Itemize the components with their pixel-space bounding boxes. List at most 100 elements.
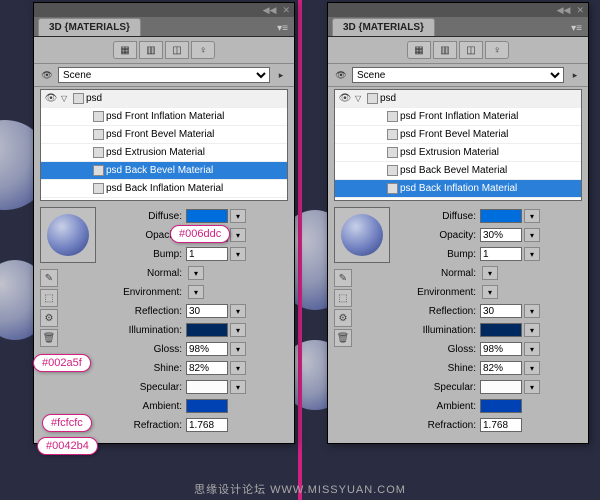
tool-icon[interactable]: ⬚ — [334, 289, 352, 307]
twisty-icon[interactable]: ▽ — [61, 94, 71, 103]
filter-toolbar: ▦ ▥ ◫ ♀ — [34, 37, 294, 64]
material-properties: ✎ ⬚ ⚙ 🗑 Diffuse:▾ Opacity:30%▾ Bump:1▾ N… — [34, 203, 294, 443]
collapse-icon[interactable]: ◀◀ — [557, 5, 571, 16]
filter-scene-icon[interactable]: ▦ — [113, 41, 137, 59]
texture-menu-icon[interactable]: ▾ — [230, 228, 246, 242]
tree-item[interactable]: psd Back Bevel Material — [335, 162, 581, 180]
tool-icon[interactable]: ⚙ — [334, 309, 352, 327]
ambient-swatch[interactable] — [480, 399, 522, 413]
texture-menu-icon[interactable]: ▾ — [230, 247, 246, 261]
materials-tree[interactable]: 👁 ▽ psd psd Front Inflation Material psd… — [40, 89, 288, 201]
illumination-swatch[interactable] — [480, 323, 522, 337]
eye-icon[interactable]: 👁 — [43, 93, 59, 104]
diffuse-swatch[interactable] — [480, 209, 522, 223]
tree-item-selected[interactable]: psd Back Inflation Material — [335, 180, 581, 198]
texture-menu-icon[interactable]: ▾ — [524, 228, 540, 242]
twisty-icon[interactable]: ▽ — [355, 94, 365, 103]
texture-menu-icon[interactable]: ▾ — [524, 342, 540, 356]
filter-mesh-icon[interactable]: ▥ — [433, 41, 457, 59]
tree-item-selected[interactable]: psd Back Bevel Material — [41, 162, 287, 180]
trash-icon[interactable]: 🗑 — [40, 329, 58, 347]
illumination-swatch[interactable] — [186, 323, 228, 337]
eye-icon[interactable]: 👁 — [334, 68, 348, 82]
collapse-icon[interactable]: ◀◀ — [263, 5, 277, 16]
vertical-divider — [298, 0, 302, 500]
shine-input[interactable]: 82% — [480, 361, 522, 375]
illumination-label: Illumination: — [334, 325, 480, 336]
texture-menu-icon[interactable]: ▾ — [230, 323, 246, 337]
tool-icon[interactable]: ⬚ — [40, 289, 58, 307]
tree-item[interactable]: psd Back Inflation Material — [41, 180, 287, 198]
filter-lights-icon[interactable]: ♀ — [191, 41, 215, 59]
material-icon — [387, 111, 398, 122]
material-preview[interactable] — [334, 207, 390, 263]
eye-icon[interactable]: 👁 — [337, 93, 353, 104]
panel-menu-icon[interactable]: ▾≡ — [565, 21, 588, 36]
tree-item[interactable]: psd Front Inflation Material — [335, 108, 581, 126]
texture-menu-icon[interactable]: ▾ — [188, 285, 204, 299]
filter-toolbar: ▦ ▥ ◫ ♀ — [328, 37, 588, 64]
ambient-swatch[interactable] — [186, 399, 228, 413]
illumination-label: Illumination: — [40, 325, 186, 336]
eye-icon[interactable]: 👁 — [40, 68, 54, 82]
filter-lights-icon[interactable]: ♀ — [485, 41, 509, 59]
texture-menu-icon[interactable]: ▾ — [524, 247, 540, 261]
texture-menu-icon[interactable]: ▾ — [188, 266, 204, 280]
tree-root[interactable]: 👁 ▽ psd — [41, 90, 287, 108]
scene-menu-icon[interactable]: ▸ — [274, 68, 288, 82]
trash-icon[interactable]: 🗑 — [334, 329, 352, 347]
tree-root[interactable]: 👁 ▽ psd — [335, 90, 581, 108]
texture-menu-icon[interactable]: ▾ — [230, 361, 246, 375]
tool-icon[interactable]: ✎ — [40, 269, 58, 287]
scene-menu-icon[interactable]: ▸ — [568, 68, 582, 82]
materials-tree[interactable]: 👁 ▽ psd psd Front Inflation Material psd… — [334, 89, 582, 201]
texture-menu-icon[interactable]: ▾ — [482, 285, 498, 299]
shine-input[interactable]: 82% — [186, 361, 228, 375]
close-icon[interactable]: ✕ — [576, 5, 584, 16]
specular-swatch[interactable] — [186, 380, 228, 394]
specular-label: Specular: — [40, 382, 186, 393]
opacity-input[interactable]: 30% — [480, 228, 522, 242]
gloss-input[interactable]: 98% — [186, 342, 228, 356]
tool-icon[interactable]: ⚙ — [40, 309, 58, 327]
texture-menu-icon[interactable]: ▾ — [524, 304, 540, 318]
close-icon[interactable]: ✕ — [282, 5, 290, 16]
texture-menu-icon[interactable]: ▾ — [524, 380, 540, 394]
specular-swatch[interactable] — [480, 380, 522, 394]
scene-select[interactable]: Scene — [58, 67, 270, 83]
material-preview[interactable] — [40, 207, 96, 263]
diffuse-label: Diffuse: — [398, 211, 480, 222]
filter-materials-icon[interactable]: ◫ — [459, 41, 483, 59]
tool-icon[interactable]: ✎ — [334, 269, 352, 287]
bump-input[interactable]: 1 — [480, 247, 522, 261]
texture-menu-icon[interactable]: ▾ — [230, 304, 246, 318]
tree-item[interactable]: psd Front Bevel Material — [41, 126, 287, 144]
refraction-input[interactable]: 1.768 — [186, 418, 228, 432]
texture-menu-icon[interactable]: ▾ — [230, 380, 246, 394]
texture-menu-icon[interactable]: ▾ — [230, 342, 246, 356]
bump-label: Bump: — [104, 249, 186, 260]
filter-mesh-icon[interactable]: ▥ — [139, 41, 163, 59]
tab-3d-materials[interactable]: 3D {MATERIALS} — [38, 18, 141, 36]
texture-menu-icon[interactable]: ▾ — [230, 209, 246, 223]
filter-materials-icon[interactable]: ◫ — [165, 41, 189, 59]
reflection-input[interactable]: 30 — [186, 304, 228, 318]
filter-scene-icon[interactable]: ▦ — [407, 41, 431, 59]
gloss-input[interactable]: 98% — [480, 342, 522, 356]
texture-menu-icon[interactable]: ▾ — [524, 361, 540, 375]
texture-menu-icon[interactable]: ▾ — [524, 323, 540, 337]
bump-input[interactable]: 1 — [186, 247, 228, 261]
scene-select[interactable]: Scene — [352, 67, 564, 83]
tree-item[interactable]: psd Front Inflation Material — [41, 108, 287, 126]
tab-3d-materials[interactable]: 3D {MATERIALS} — [332, 18, 435, 36]
tree-item[interactable]: psd Extrusion Material — [41, 144, 287, 162]
tree-item[interactable]: psd Front Bevel Material — [335, 126, 581, 144]
reflection-input[interactable]: 30 — [480, 304, 522, 318]
panel-menu-icon[interactable]: ▾≡ — [271, 21, 294, 36]
texture-menu-icon[interactable]: ▾ — [524, 209, 540, 223]
refraction-input[interactable]: 1.768 — [480, 418, 522, 432]
diffuse-swatch[interactable] — [186, 209, 228, 223]
material-icon — [93, 183, 104, 194]
texture-menu-icon[interactable]: ▾ — [482, 266, 498, 280]
tree-item[interactable]: psd Extrusion Material — [335, 144, 581, 162]
